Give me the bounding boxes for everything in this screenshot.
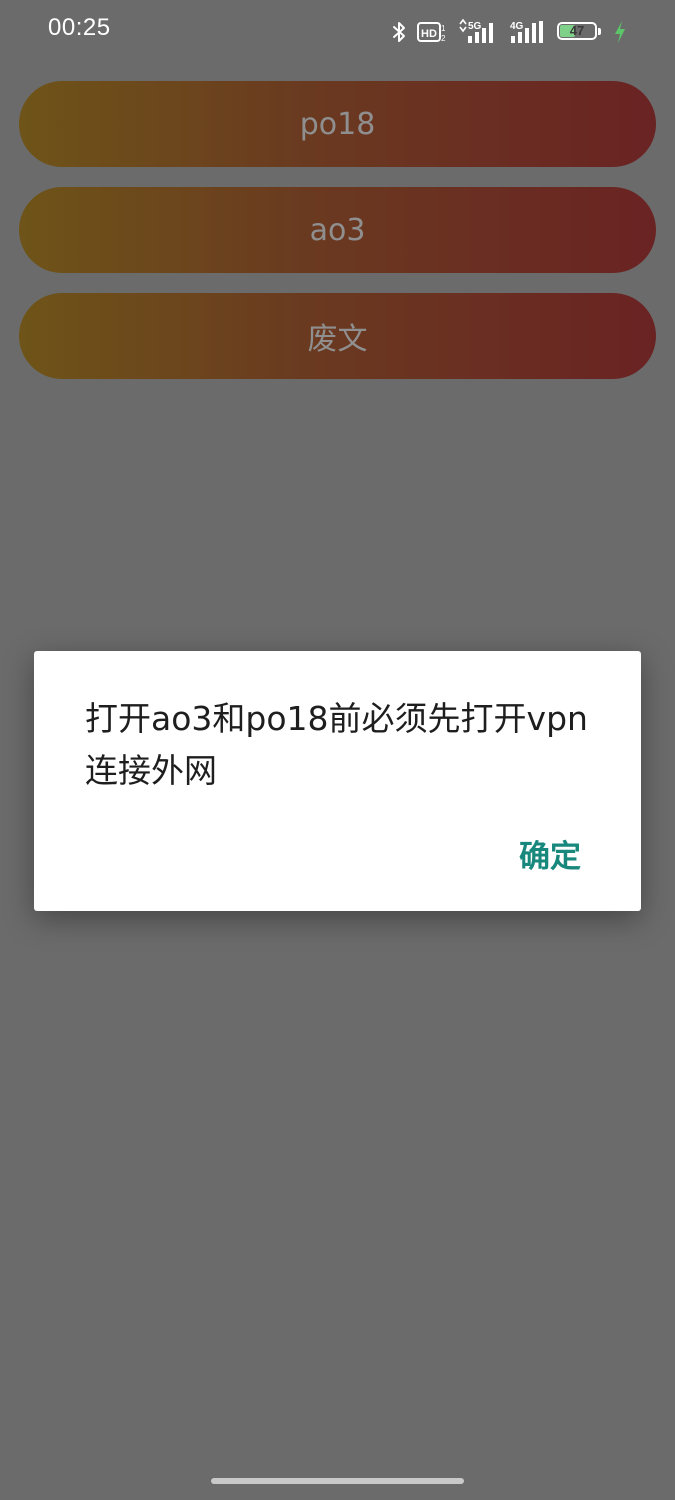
battery-level: 47 [569, 23, 585, 38]
alert-dialog: 打开ao3和po18前必须先打开vpn连接外网 确定 [34, 651, 641, 911]
hd-icon: HD 1 2 [417, 21, 447, 43]
status-time: 00:25 [48, 14, 111, 41]
menu-button-po18[interactable]: po18 [19, 81, 656, 167]
status-bar: 00:25 HD 1 2 5G 4G 47 [0, 0, 675, 64]
svg-text:5G: 5G [468, 21, 482, 32]
app-screen: 00:25 HD 1 2 5G 4G 47 po18 ao3 废文 打开ao3和… [0, 0, 675, 1500]
confirm-button[interactable]: 确定 [519, 831, 581, 876]
dialog-message: 打开ao3和po18前必须先打开vpn连接外网 [85, 699, 588, 790]
5g-signal-icon: 5G [457, 19, 499, 45]
svg-text:2: 2 [441, 34, 446, 43]
home-indicator[interactable] [211, 1478, 464, 1484]
svg-text:4G: 4G [510, 21, 524, 32]
4g-signal-icon: 4G [509, 19, 547, 45]
charging-icon [613, 20, 627, 44]
menu-button-ao3[interactable]: ao3 [19, 187, 656, 273]
svg-text:HD: HD [421, 28, 437, 40]
status-icons: HD 1 2 5G 4G 47 [391, 18, 627, 46]
svg-text:1: 1 [441, 24, 446, 33]
bluetooth-icon [391, 20, 407, 44]
battery-icon: 47 [557, 21, 603, 43]
menu-button-feiwen[interactable]: 废文 [19, 293, 656, 379]
